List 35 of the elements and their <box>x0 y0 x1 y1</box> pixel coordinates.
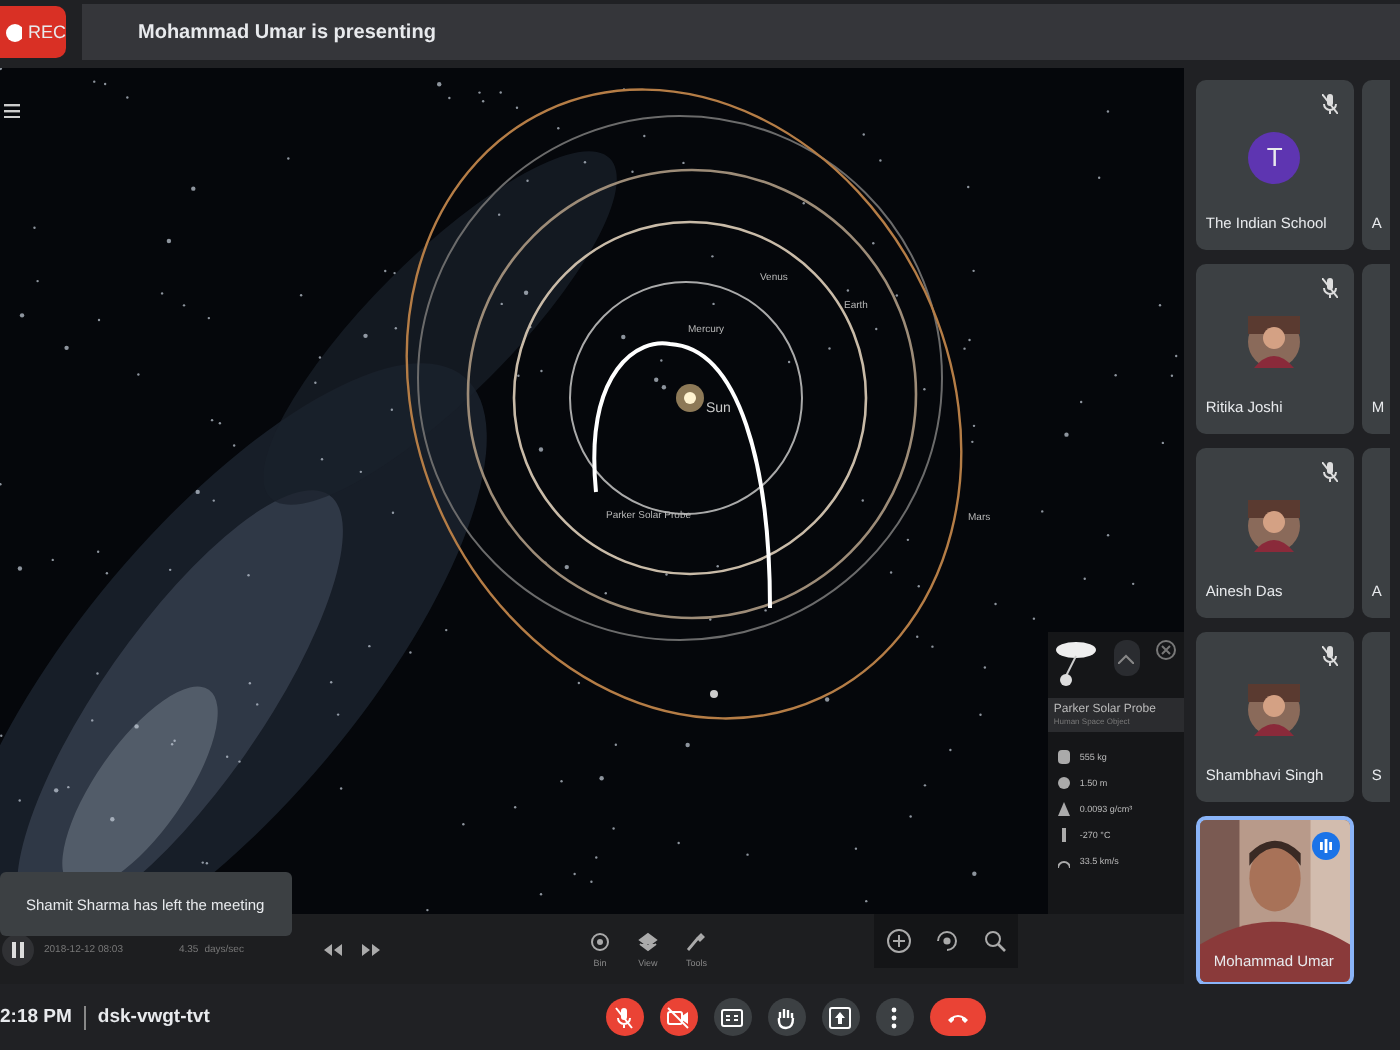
search-icon[interactable] <box>984 930 1007 952</box>
wrench-icon <box>686 931 707 951</box>
density-icon <box>1057 801 1070 815</box>
pause-icon <box>12 941 24 957</box>
probe-icon <box>1053 640 1098 688</box>
layers-icon <box>637 931 658 951</box>
size-icon <box>1057 775 1070 789</box>
expand-button[interactable] <box>1113 640 1140 676</box>
captions-button[interactable] <box>713 998 752 1036</box>
mic-icon <box>612 1005 637 1029</box>
zoom-in-icon[interactable] <box>885 928 912 954</box>
present-icon <box>828 1005 853 1029</box>
presenting-banner: Mohammad Umar is presenting <box>82 4 1400 60</box>
chevron-icon <box>1118 653 1135 663</box>
record-icon <box>6 23 22 41</box>
avatar: T <box>1248 131 1301 183</box>
captions-icon <box>720 1005 745 1029</box>
mass-icon <box>1057 749 1070 763</box>
present-button[interactable] <box>821 998 860 1036</box>
camera-button[interactable] <box>659 998 698 1036</box>
more-button[interactable] <box>875 998 914 1036</box>
close-icon[interactable] <box>1155 640 1176 660</box>
fast-forward-icon[interactable] <box>361 943 380 955</box>
hand-button[interactable] <box>767 998 806 1036</box>
target-icon <box>589 931 610 951</box>
meeting-code: dsk-vwgt-tvt <box>97 1006 210 1028</box>
menu-icon[interactable] <box>4 104 20 118</box>
rewind-icon[interactable] <box>323 943 342 955</box>
recording-badge: REC <box>0 6 66 58</box>
rotate-icon[interactable] <box>934 928 961 954</box>
meeting-time: 2:18 PM <box>0 1006 72 1028</box>
camera-icon <box>666 1005 691 1029</box>
mic-button[interactable] <box>605 998 644 1036</box>
hand-icon <box>774 1005 799 1029</box>
end-button[interactable] <box>929 998 986 1036</box>
